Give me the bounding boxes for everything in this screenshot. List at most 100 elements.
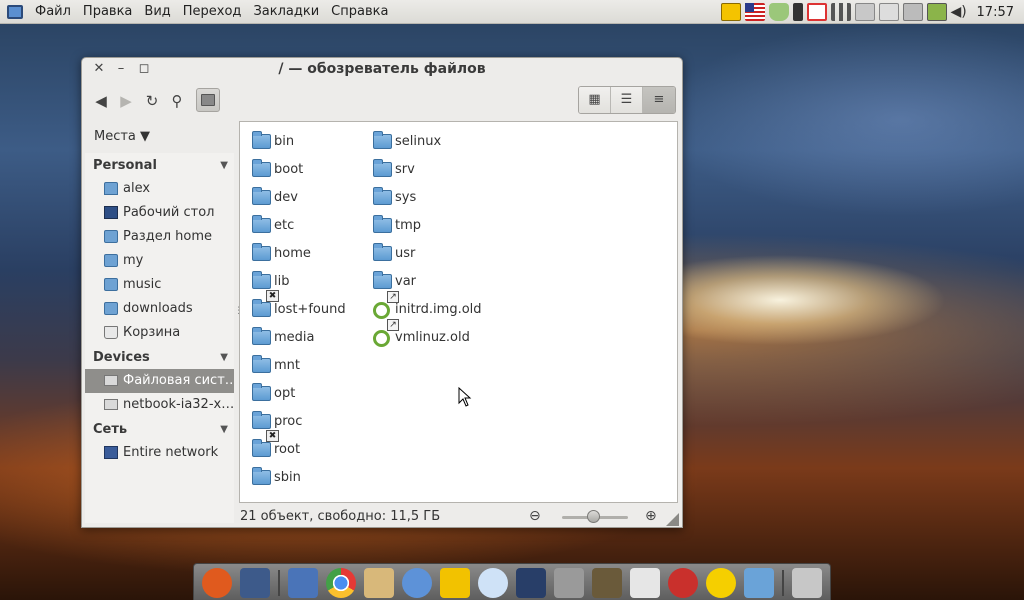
folder-icon [104, 278, 118, 291]
back-icon[interactable]: ◀ [90, 90, 112, 112]
menu-view[interactable]: Вид [138, 4, 176, 19]
sidebar-section-personal[interactable]: Personal ▼ [85, 155, 234, 177]
file-item[interactable]: ↗ vmlinuz.old [361, 319, 470, 350]
chrome-icon[interactable] [326, 568, 356, 598]
pidgin-icon[interactable] [402, 568, 432, 598]
menu-edit[interactable]: Правка [77, 4, 138, 19]
sidebar-item-desktop[interactable]: Рабочий стол [85, 201, 234, 225]
cloud-download-icon[interactable] [478, 568, 508, 598]
file-item[interactable]: dev [240, 186, 298, 210]
collapse-icon[interactable]: ▼ [220, 419, 228, 441]
file-item[interactable]: ↗ initrd.img.old [361, 291, 482, 322]
sidebar-item-downloads[interactable]: downloads [85, 297, 234, 321]
folder-icon [104, 230, 118, 243]
file-item[interactable]: lib [240, 270, 289, 294]
collapse-icon[interactable]: ▼ [220, 347, 228, 369]
gmail-icon[interactable] [806, 3, 827, 21]
places-dropdown[interactable]: Места ▼ [94, 129, 150, 144]
menu-help[interactable]: Справка [325, 4, 394, 19]
file-item[interactable]: mnt [240, 354, 300, 378]
app-menu-icon[interactable] [7, 4, 23, 19]
icon-view-button[interactable]: ▦ [579, 87, 611, 113]
symlink-icon: ↗ [387, 319, 399, 331]
bird-icon[interactable] [720, 3, 741, 21]
file-item[interactable]: opt [240, 382, 295, 406]
titlebar[interactable]: ✕ – ◻ / — обозреватель файлов [82, 58, 682, 82]
dock-separator [782, 570, 784, 596]
sidebar-item-entire-network[interactable]: Entire network [85, 441, 234, 465]
locked-icon: ✖ [266, 290, 279, 302]
pane-splitter-handle[interactable]: ⋮ [234, 307, 243, 328]
workspace-icon[interactable] [792, 568, 822, 598]
file-item[interactable]: etc [240, 214, 294, 238]
sidebar-section-devices[interactable]: Devices ▼ [85, 347, 234, 369]
file-item[interactable]: bin [240, 130, 294, 154]
clock[interactable]: 17:57 [977, 5, 1014, 20]
signal-icon[interactable] [830, 3, 851, 21]
sidebar-item-music[interactable]: music [85, 273, 234, 297]
folder-icon [252, 467, 271, 485]
file-item[interactable]: sys [361, 186, 416, 210]
file-item[interactable]: media [240, 326, 315, 350]
screenshot-icon[interactable] [240, 568, 270, 598]
location-drive-button[interactable] [196, 88, 220, 112]
sidebar-item-filesystem[interactable]: Файловая сист… [85, 369, 234, 393]
drive-icon [104, 375, 118, 386]
bird-icon[interactable] [440, 568, 470, 598]
calculator-icon[interactable] [630, 568, 660, 598]
folder-icon [252, 355, 271, 373]
zoom-in-icon[interactable]: ⊕ [645, 508, 657, 524]
folder-icon [252, 131, 271, 149]
documents-icon[interactable] [288, 568, 318, 598]
collapse-icon[interactable]: ▼ [220, 155, 228, 177]
monitor-icon[interactable] [854, 3, 875, 21]
file-item[interactable]: srv [361, 158, 415, 182]
shield-icon[interactable] [768, 3, 789, 21]
paint-icon[interactable] [592, 568, 622, 598]
file-list-area[interactable]: bin boot dev etc home lib ✖ lost+found me… [239, 121, 678, 503]
menu-go[interactable]: Переход [177, 4, 248, 19]
folder-icon[interactable] [744, 568, 774, 598]
file-item[interactable]: ✖ root [240, 430, 300, 462]
file-item[interactable]: boot [240, 158, 303, 182]
us-flag-icon[interactable] [744, 3, 765, 21]
tv-icon[interactable] [516, 568, 546, 598]
volume-icon[interactable]: ◀) [951, 3, 967, 21]
resize-grip-icon[interactable] [666, 513, 679, 526]
file-item[interactable]: sbin [240, 466, 301, 490]
dock [193, 563, 831, 600]
reload-icon[interactable]: ↻ [141, 90, 163, 112]
ubuntu-icon[interactable] [202, 568, 232, 598]
folder-icon [373, 159, 392, 177]
battery-icon[interactable] [926, 3, 947, 21]
file-item[interactable]: usr [361, 242, 415, 266]
sidebar-item-netbook[interactable]: netbook-ia32-x… [85, 393, 234, 417]
search-icon[interactable]: ⚲ [166, 90, 188, 112]
sidebar-item-trash[interactable]: Корзина [85, 321, 234, 345]
monitor-icon[interactable] [878, 3, 899, 21]
sidebar-item-home-partition[interactable]: Раздел home [85, 225, 234, 249]
network-icon [104, 446, 118, 459]
folder-icon [252, 243, 271, 261]
sidebar-section-network[interactable]: Сеть ▼ [85, 419, 234, 441]
clipboard-icon[interactable] [792, 3, 803, 21]
dock-separator [278, 570, 280, 596]
menu-bookmarks[interactable]: Закладки [247, 4, 325, 19]
angry-birds-icon[interactable] [668, 568, 698, 598]
file-item[interactable]: home [240, 242, 311, 266]
mail-icon[interactable] [364, 568, 394, 598]
zoom-out-icon[interactable]: ⊖ [529, 508, 541, 524]
menu-file[interactable]: Файл [29, 4, 77, 19]
sidebar-item-my[interactable]: my [85, 249, 234, 273]
list-view-button[interactable]: ☰ [611, 87, 643, 113]
forward-icon[interactable]: ▶ [115, 90, 137, 112]
file-item[interactable]: selinux [361, 130, 441, 154]
compact-view-button[interactable]: ≡ [643, 87, 675, 113]
file-item[interactable]: tmp [361, 214, 421, 238]
file-item[interactable]: ✖ lost+found [240, 290, 346, 322]
radiation-icon[interactable] [706, 568, 736, 598]
zoom-slider-handle[interactable] [587, 510, 600, 523]
media-player-icon[interactable] [554, 568, 584, 598]
sidebar-item-alex[interactable]: alex [85, 177, 234, 201]
monitor-icon[interactable] [902, 3, 923, 21]
